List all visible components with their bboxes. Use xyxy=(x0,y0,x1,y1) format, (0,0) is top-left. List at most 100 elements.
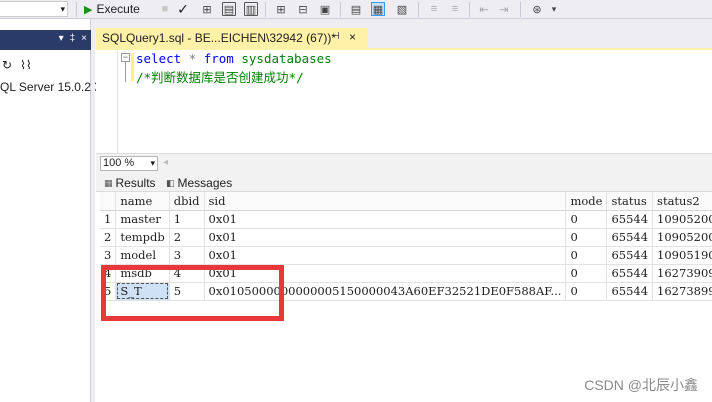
column-header-status[interactable]: status xyxy=(606,192,654,211)
tab-results[interactable]: ▦ Results xyxy=(104,175,156,191)
cell-sid[interactable]: 0x01 xyxy=(204,246,567,265)
cell-name[interactable]: model xyxy=(115,246,170,265)
execute-button[interactable]: ▶ Execute xyxy=(84,1,140,17)
cell-mode[interactable]: 0 xyxy=(565,228,608,247)
cell-mode[interactable]: 0 xyxy=(565,264,608,283)
row-number[interactable]: 1 xyxy=(100,210,117,229)
cell-sid[interactable]: 0x01 xyxy=(204,264,567,283)
cell-dbid[interactable]: 1 xyxy=(169,210,205,229)
cell-status2[interactable]: 1090520064 xyxy=(652,228,712,247)
zoom-select[interactable]: 100 % ▾ xyxy=(100,156,158,171)
results-to-grid-icon[interactable]: ▦ xyxy=(371,2,385,16)
cell-dbid[interactable]: 3 xyxy=(169,246,205,265)
row-number[interactable]: 5 xyxy=(100,282,117,301)
chevron-down-icon: ▾ xyxy=(150,158,155,168)
cell-dbid[interactable]: 5 xyxy=(169,282,205,301)
cell-status2[interactable]: 1627390976 xyxy=(652,264,712,283)
execute-icon: ▶ xyxy=(84,3,93,16)
toolbar-separator xyxy=(76,2,77,17)
cell-name-selected[interactable]: S_T xyxy=(115,282,170,301)
execute-label: Execute xyxy=(96,2,140,16)
cell-status2[interactable]: 1090519040 xyxy=(652,246,712,265)
panel-splitter[interactable] xyxy=(91,19,95,402)
column-header-name[interactable]: name xyxy=(115,192,170,211)
cell-sid[interactable]: 0x01 xyxy=(204,210,567,229)
query-designer-icon[interactable]: ▤ xyxy=(222,2,236,16)
cell-name[interactable]: master xyxy=(115,210,170,229)
stop-icon[interactable]: ■ xyxy=(158,2,172,16)
column-header-status2[interactable]: status2 xyxy=(652,192,712,211)
cell-name[interactable]: msdb xyxy=(115,264,170,283)
results-to-text-icon[interactable]: ▥ xyxy=(244,2,258,16)
results-to-text-icon[interactable]: ▤ xyxy=(349,2,363,16)
cell-status[interactable]: 65544 xyxy=(606,264,654,283)
scroll-left-icon[interactable]: ◂ xyxy=(163,157,168,168)
display-plan-icon[interactable]: ⊞ xyxy=(200,2,214,16)
tab-messages[interactable]: ◧ Messages xyxy=(166,175,232,191)
available-databases-combo[interactable]: ▾ xyxy=(0,1,68,17)
server-node[interactable]: QL Server 15.0.20 xyxy=(0,80,98,94)
cell-status[interactable]: 65544 xyxy=(606,228,654,247)
uncomment-icon[interactable]: ≡ xyxy=(448,2,462,16)
cell-sid[interactable]: 0x0105000000000005150000043A60EF32521DE0… xyxy=(204,282,567,301)
parse-check-icon[interactable]: ✓ xyxy=(176,1,190,17)
keyword-from: from xyxy=(203,51,234,66)
column-header-dbid[interactable]: dbid xyxy=(169,192,205,211)
increase-indent-icon[interactable]: ⇥ xyxy=(497,2,511,16)
refresh-icon[interactable]: ↻ xyxy=(2,58,12,72)
table-row: 4 msdb 4 0x01 0 65544 1627390976 xyxy=(100,264,712,283)
pin-icon[interactable]: ⊣ xyxy=(331,31,340,42)
row-number[interactable]: 2 xyxy=(100,228,117,247)
grid-header-row: name dbid sid mode status status2 xyxy=(100,192,712,211)
cell-mode[interactable]: 0 xyxy=(565,282,608,301)
column-header-sid[interactable]: sid xyxy=(204,192,567,211)
toolbar-separator xyxy=(340,2,341,17)
specify-values-icon[interactable]: ⊛ xyxy=(530,2,544,16)
editor-gutter xyxy=(117,50,118,153)
tab-results-label: Results xyxy=(115,176,156,190)
row-number[interactable]: 3 xyxy=(100,246,117,265)
change-indicator xyxy=(131,53,134,81)
table-row: 2 tempdb 2 0x01 0 65544 1090520064 xyxy=(100,228,712,247)
pin-icon[interactable]: ‡ xyxy=(70,33,76,44)
operator-star: * xyxy=(181,51,204,66)
grid-icon: ▦ xyxy=(104,177,113,188)
results-to-file-icon[interactable]: ▧ xyxy=(395,2,409,16)
cell-dbid[interactable]: 4 xyxy=(169,264,205,283)
table-name: sysdatabases xyxy=(233,51,332,66)
cell-name[interactable]: tempdb xyxy=(115,228,170,247)
cell-status[interactable]: 65544 xyxy=(606,210,654,229)
dropdown-icon[interactable]: ▾ xyxy=(59,33,64,44)
watermark: CSDN @北辰小鑫 xyxy=(584,377,698,393)
row-number[interactable]: 4 xyxy=(100,264,117,283)
table-row: 5 S_T 5 0x0105000000000005150000043A60EF… xyxy=(100,282,712,301)
cell-status[interactable]: 65544 xyxy=(606,246,654,265)
toolbar-separator xyxy=(265,2,266,17)
comment-icon[interactable]: ≡ xyxy=(427,2,441,16)
activity-monitor-icon[interactable]: ⌇⌇ xyxy=(20,58,32,72)
close-icon[interactable]: × xyxy=(349,30,356,44)
table-row: 1 master 1 0x01 0 65544 1090520064 xyxy=(100,210,712,229)
cell-status[interactable]: 65544 xyxy=(606,282,654,301)
chevron-down-icon[interactable]: ▾ xyxy=(547,2,561,16)
results-grid-area: name dbid sid mode status status2 1 mast… xyxy=(96,192,712,402)
close-icon[interactable]: × xyxy=(81,33,87,44)
cell-mode[interactable]: 0 xyxy=(565,246,608,265)
column-header-mode[interactable]: mode xyxy=(565,192,608,211)
collapse-icon[interactable]: − xyxy=(121,53,130,62)
cell-sid[interactable]: 0x01 xyxy=(204,228,567,247)
cell-mode[interactable]: 0 xyxy=(565,210,608,229)
include-plan-icon[interactable]: ⊞ xyxy=(274,2,288,16)
query-editor[interactable]: − select * from sysdatabases /*判断数据库是否创建… xyxy=(96,50,712,153)
column-header-rownum[interactable] xyxy=(100,192,117,211)
code-line-2-comment: /*判断数据库是否创建成功*/ xyxy=(136,70,304,85)
decrease-indent-icon[interactable]: ⇤ xyxy=(477,2,491,16)
tab-title: SQLQuery1.sql - BE...EICHEN\32942 (67))* xyxy=(102,31,337,45)
cell-dbid[interactable]: 2 xyxy=(169,228,205,247)
table-row: 3 model 3 0x01 0 65544 1090519040 xyxy=(100,246,712,265)
cell-status2[interactable]: 1090520064 xyxy=(652,210,712,229)
client-stats-icon[interactable]: ▣ xyxy=(318,2,332,16)
statistics-icon[interactable]: ⊟ xyxy=(296,2,310,16)
tab-sqlquery1[interactable]: SQLQuery1.sql - BE...EICHEN\32942 (67))*… xyxy=(96,28,368,48)
cell-status2[interactable]: 1627389952 xyxy=(652,282,712,301)
